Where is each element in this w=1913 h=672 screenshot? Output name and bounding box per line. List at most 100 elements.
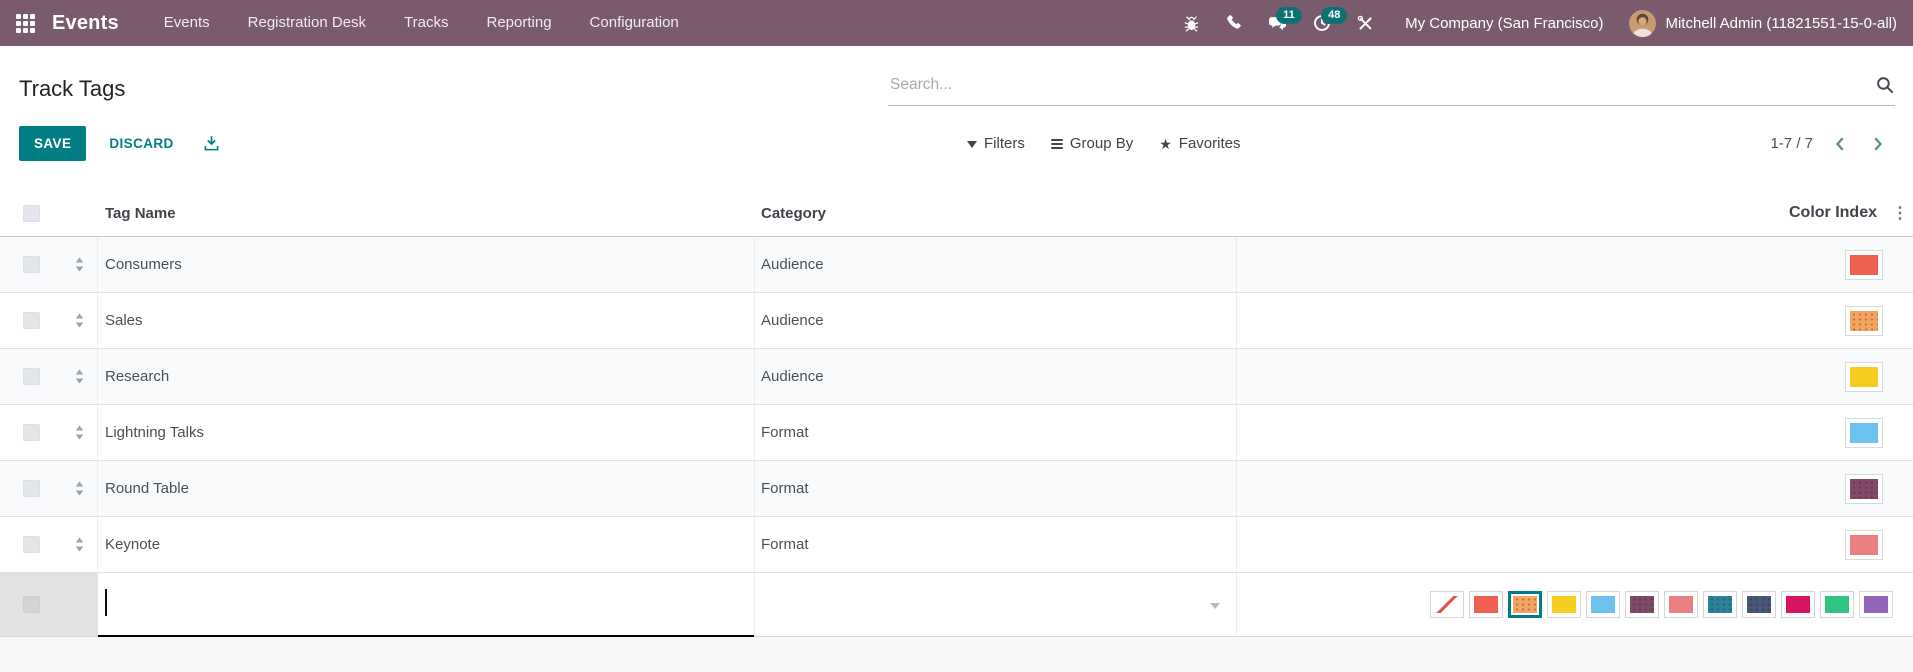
new-category-select[interactable] — [755, 573, 1237, 636]
optional-columns-icon[interactable]: ⋮ — [1892, 203, 1908, 223]
color-swatch-fill — [1850, 310, 1878, 331]
row-checkbox[interactable] — [22, 256, 40, 273]
color-option[interactable] — [1742, 591, 1776, 618]
color-swatch[interactable] — [1845, 305, 1883, 336]
search-input[interactable]: Search... — [888, 64, 1895, 106]
apps-grid-icon[interactable] — [16, 13, 35, 33]
company-switcher[interactable]: My Company (San Francisco) — [1387, 15, 1617, 32]
color-swatch[interactable] — [1845, 361, 1883, 392]
drag-handle[interactable] — [62, 405, 98, 460]
drag-handle[interactable] — [62, 293, 98, 348]
drag-handle[interactable] — [62, 461, 98, 516]
table-row[interactable]: Research Audience — [0, 349, 1913, 405]
color-picker — [1430, 591, 1893, 618]
tag-name-cell[interactable]: Keynote — [98, 517, 755, 572]
tag-name-cell[interactable]: Round Table — [98, 461, 755, 516]
search-placeholder: Search... — [890, 76, 953, 93]
row-checkbox[interactable] — [22, 536, 40, 553]
color-swatch-fill — [1850, 254, 1878, 275]
column-header-color-index[interactable]: Color Index — [1789, 204, 1877, 222]
navbar-systray: 11 48 My Company (San Francisco) Mitchel… — [1170, 0, 1897, 46]
color-option-none[interactable] — [1430, 591, 1464, 618]
messages-icon[interactable]: 11 — [1255, 0, 1302, 46]
category-cell[interactable]: Audience — [755, 237, 1237, 292]
filters-button[interactable]: Filters — [967, 134, 1025, 153]
category-cell[interactable]: Format — [755, 517, 1237, 572]
drag-handle[interactable] — [62, 517, 98, 572]
color-option[interactable] — [1469, 591, 1503, 618]
column-header-category[interactable]: Category — [755, 190, 1237, 236]
table-row[interactable]: Consumers Audience — [0, 237, 1913, 293]
category-cell[interactable]: Format — [755, 461, 1237, 516]
color-swatch-fill — [1850, 478, 1878, 499]
color-swatch[interactable] — [1845, 529, 1883, 560]
tag-name-cell[interactable]: Consumers — [98, 237, 755, 292]
favorites-button[interactable]: ★ Favorites — [1159, 135, 1240, 152]
bug-icon[interactable] — [1170, 0, 1213, 46]
row-checkbox[interactable] — [22, 424, 40, 441]
drag-handle[interactable] — [62, 237, 98, 292]
activities-clock-icon[interactable]: 48 — [1300, 0, 1348, 46]
phone-icon[interactable] — [1213, 0, 1255, 46]
new-record-row[interactable] — [0, 573, 1913, 637]
content-filler — [0, 637, 1913, 672]
drag-handle[interactable] — [62, 349, 98, 404]
row-checkbox[interactable] — [22, 368, 40, 385]
pager-range[interactable]: 1-7 / 7 — [1770, 135, 1813, 152]
color-option[interactable] — [1547, 591, 1581, 618]
color-option[interactable] — [1781, 591, 1815, 618]
category-cell[interactable]: Audience — [755, 349, 1237, 404]
menu-item-reporting[interactable]: Reporting — [468, 0, 571, 46]
search-icon[interactable] — [1876, 76, 1894, 94]
color-option[interactable] — [1703, 591, 1737, 618]
apps-grid-glyph — [16, 13, 35, 33]
category-cell[interactable]: Format — [755, 405, 1237, 460]
table-row[interactable]: Sales Audience — [0, 293, 1913, 349]
odoo-window: Events Events Registration Desk Tracks R… — [0, 0, 1913, 672]
color-option[interactable] — [1508, 591, 1542, 618]
edit-toolbar: SAVE DISCARD — [19, 126, 226, 161]
color-option[interactable] — [1859, 591, 1893, 618]
table-row[interactable]: Lightning Talks Format — [0, 405, 1913, 461]
color-swatch[interactable] — [1845, 417, 1883, 448]
messages-badge: 11 — [1276, 7, 1302, 24]
pager-prev-icon[interactable] — [1829, 137, 1851, 151]
page-title: Track Tags — [19, 76, 126, 101]
menu-item-events[interactable]: Events — [145, 0, 229, 46]
user-menu[interactable]: Mitchell Admin (11821551-15-0-all) — [1617, 9, 1897, 37]
tag-name-cell[interactable]: Sales — [98, 293, 755, 348]
color-option[interactable] — [1625, 591, 1659, 618]
download-glyph — [204, 136, 219, 151]
tag-name-cell[interactable]: Lightning Talks — [98, 405, 755, 460]
menu-item-registration-desk[interactable]: Registration Desk — [229, 0, 385, 46]
save-button[interactable]: SAVE — [19, 126, 87, 161]
app-name[interactable]: Events — [52, 12, 119, 35]
table-row[interactable]: Keynote Format — [0, 517, 1913, 573]
category-cell[interactable]: Audience — [755, 293, 1237, 348]
group-by-button[interactable]: Group By — [1050, 135, 1133, 152]
row-checkbox[interactable] — [22, 596, 40, 613]
filter-caret-icon — [967, 141, 977, 153]
color-option[interactable] — [1586, 591, 1620, 618]
tools-icon[interactable] — [1344, 0, 1387, 46]
row-checkbox[interactable] — [22, 480, 40, 497]
pager-next-icon[interactable] — [1867, 137, 1889, 151]
main-menu: Events Registration Desk Tracks Reportin… — [145, 0, 698, 46]
color-swatch[interactable] — [1845, 249, 1883, 280]
discard-button[interactable]: DISCARD — [99, 126, 183, 161]
color-option[interactable] — [1664, 591, 1698, 618]
user-name: Mitchell Admin (11821551-15-0-all) — [1665, 14, 1897, 32]
color-option[interactable] — [1820, 591, 1854, 618]
color-swatch[interactable] — [1845, 473, 1883, 504]
select-all-checkbox[interactable] — [22, 204, 40, 222]
menu-item-configuration[interactable]: Configuration — [571, 0, 698, 46]
table-row[interactable]: Round Table Format — [0, 461, 1913, 517]
row-checkbox[interactable] — [22, 312, 40, 329]
text-cursor — [105, 589, 107, 616]
tools-glyph — [1357, 15, 1372, 30]
menu-item-tracks[interactable]: Tracks — [385, 0, 467, 46]
new-tag-name-input[interactable] — [98, 573, 755, 637]
tag-name-cell[interactable]: Research — [98, 349, 755, 404]
column-header-tag-name[interactable]: Tag Name — [98, 190, 755, 236]
export-icon[interactable] — [197, 126, 226, 161]
